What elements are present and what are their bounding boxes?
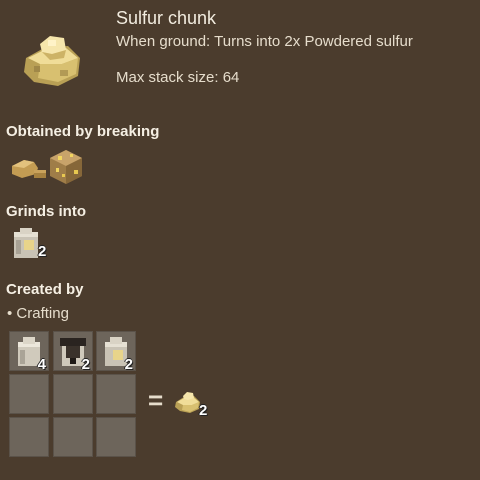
sulfur-chunk-icon: [20, 28, 84, 92]
grid-slot-2[interactable]: 2: [53, 331, 93, 373]
grid-slot-4[interactable]: [9, 374, 49, 414]
grinds-heading: Grinds into: [6, 203, 86, 220]
grid-slot-3[interactable]: 2: [96, 331, 136, 373]
item-description: When ground: Turns into 2x Powdered sulf…: [116, 33, 413, 50]
obtained-heading: Obtained by breaking: [6, 123, 160, 140]
sulfur-ore-block-icon[interactable]: [48, 148, 84, 184]
grid-slot-6[interactable]: [96, 374, 136, 414]
grid-slot-8[interactable]: [53, 417, 93, 457]
sulfur-chunk-icon: [175, 392, 200, 413]
grid-slot-7[interactable]: [9, 417, 49, 457]
output-count: 2: [199, 402, 208, 419]
slot-count: 2: [81, 356, 90, 373]
crafting-output[interactable]: 2: [174, 390, 210, 422]
equals-sign: =: [148, 385, 164, 415]
grid-slot-1[interactable]: 4: [9, 331, 49, 373]
slot-count: 4: [37, 356, 46, 373]
created-heading: Created by: [6, 281, 84, 298]
max-stack-size: Max stack size: 64: [116, 69, 240, 86]
grinds-count: 2: [38, 243, 47, 260]
powdered-sulfur-bag-icon[interactable]: 2: [10, 226, 47, 260]
sulfur-slab-icon[interactable]: [10, 150, 46, 186]
grid-slot-9[interactable]: [96, 417, 136, 457]
crafting-method: • Crafting: [7, 305, 69, 322]
grid-slot-5[interactable]: [53, 374, 93, 414]
item-title: Sulfur chunk: [116, 8, 217, 28]
slot-count: 2: [124, 356, 133, 373]
